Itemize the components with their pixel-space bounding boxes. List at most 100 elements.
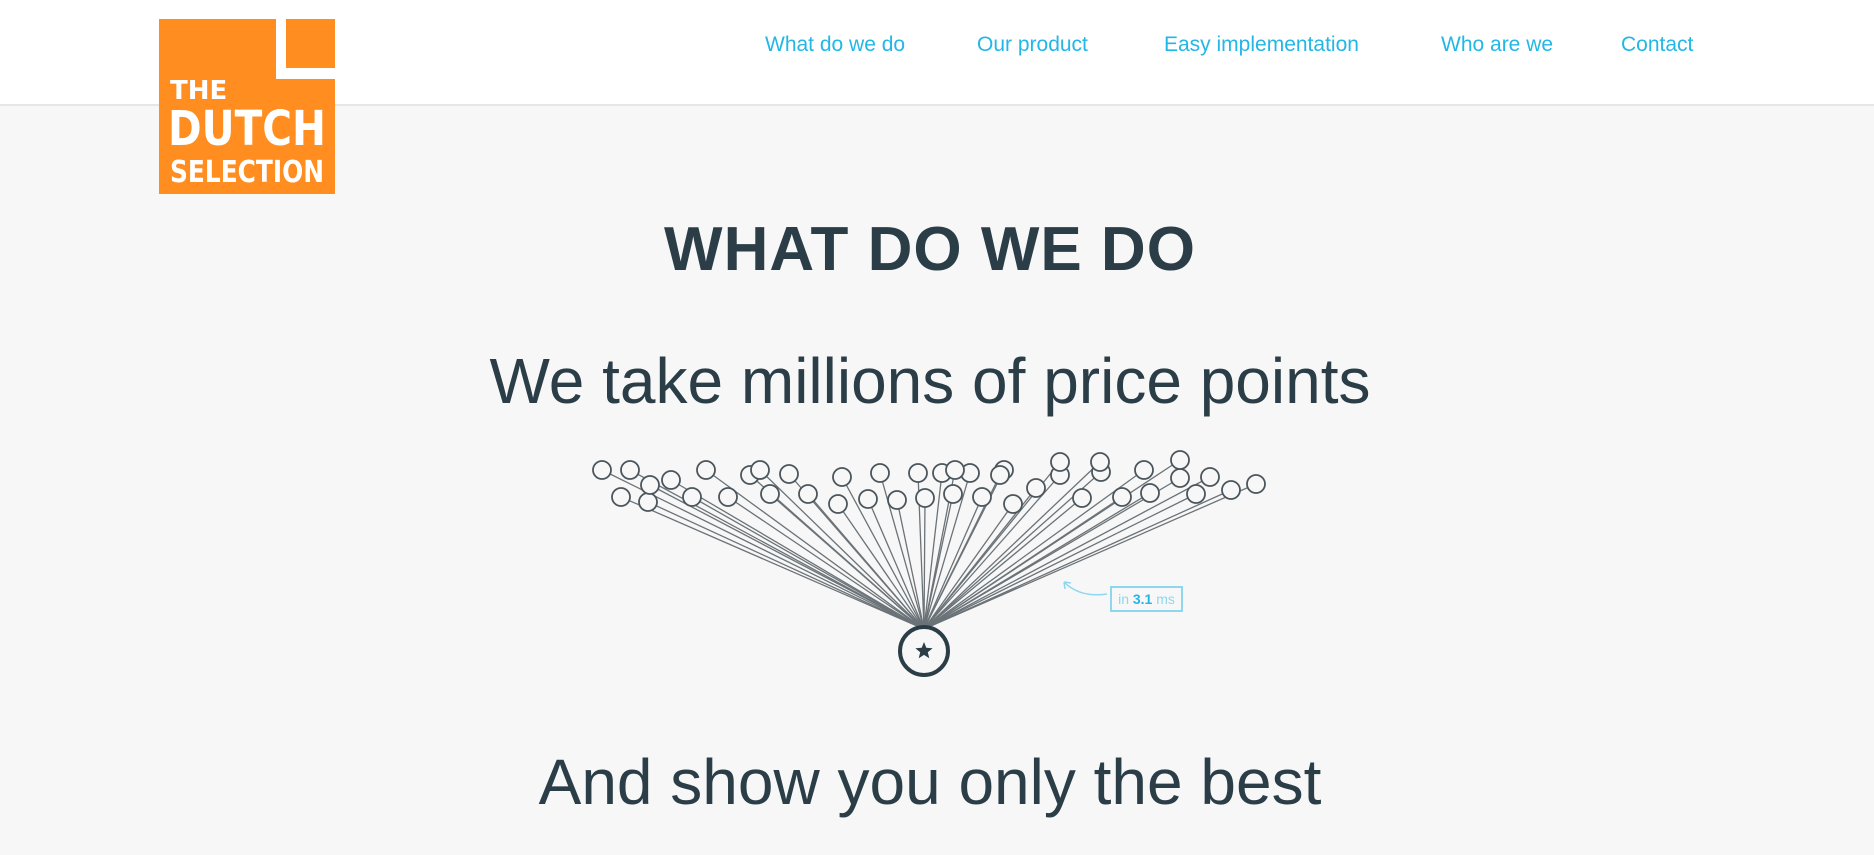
star-icon bbox=[915, 642, 933, 659]
graph-edge bbox=[705, 469, 925, 630]
nav-link-our-product[interactable]: Our product bbox=[977, 30, 1088, 60]
price-point-node bbox=[640, 475, 660, 495]
price-point-node bbox=[1170, 450, 1190, 470]
graph-edge bbox=[923, 461, 1061, 630]
timing-label: in 3.1 ms bbox=[1110, 586, 1183, 612]
headline-price-points: We take millions of price points bbox=[489, 345, 1371, 417]
price-point-node bbox=[1221, 480, 1241, 500]
price-point-node bbox=[620, 460, 640, 480]
graph-edge bbox=[923, 496, 1123, 630]
graph-edge bbox=[629, 469, 925, 630]
nav-link-who-are-we[interactable]: Who are we bbox=[1441, 30, 1553, 60]
timing-unit: ms bbox=[1156, 591, 1175, 607]
price-point-node bbox=[750, 460, 770, 480]
logo-text-selection: SELECTION bbox=[170, 155, 324, 190]
price-point-node bbox=[798, 484, 818, 504]
price-point-node bbox=[718, 487, 738, 507]
price-point-node bbox=[915, 488, 935, 508]
timing-pointer-arrow bbox=[1063, 581, 1108, 596]
graph-edge bbox=[691, 496, 925, 630]
price-point-node bbox=[760, 484, 780, 504]
graph-edge bbox=[601, 469, 925, 630]
price-point-node bbox=[1140, 483, 1160, 503]
price-point-node bbox=[943, 484, 963, 504]
graph-edge bbox=[923, 496, 983, 630]
price-point-node bbox=[1200, 467, 1220, 487]
graph-edge bbox=[769, 493, 925, 630]
price-point-node bbox=[682, 487, 702, 507]
headline-show-best: And show you only the best bbox=[538, 746, 1322, 818]
graph-edge bbox=[749, 474, 925, 630]
price-point-node bbox=[779, 464, 799, 484]
hub-node bbox=[898, 625, 950, 677]
price-point-node bbox=[994, 460, 1014, 480]
graph-edge bbox=[879, 472, 925, 630]
price-point-node bbox=[887, 490, 907, 510]
graph-edge bbox=[620, 496, 925, 630]
price-point-node bbox=[592, 460, 612, 480]
timing-value: 3.1 bbox=[1132, 591, 1153, 607]
section-title: WHAT DO WE DO bbox=[664, 215, 1196, 284]
price-point-node bbox=[1072, 488, 1092, 508]
price-point-node bbox=[1246, 474, 1266, 494]
graph-edge bbox=[647, 501, 925, 630]
price-point-node bbox=[696, 460, 716, 480]
graph-edge bbox=[923, 483, 1257, 630]
nav-link-easy-implementation[interactable]: Easy implementation bbox=[1164, 30, 1359, 60]
price-point-node bbox=[832, 467, 852, 487]
logo-mark: THE DUTCH SELECTION bbox=[159, 19, 335, 194]
graph-edge bbox=[923, 469, 956, 630]
price-point-node bbox=[960, 463, 980, 483]
price-point-node bbox=[932, 463, 952, 483]
price-point-node bbox=[972, 487, 992, 507]
price-point-node bbox=[990, 465, 1010, 485]
graph-edge bbox=[923, 461, 1101, 630]
price-point-node bbox=[1091, 462, 1111, 482]
price-point-node bbox=[661, 470, 681, 490]
price-point-node bbox=[1026, 478, 1046, 498]
price-point-node bbox=[945, 460, 965, 480]
price-point-node bbox=[870, 463, 890, 483]
graph-edge bbox=[670, 479, 925, 630]
price-point-node bbox=[1112, 487, 1132, 507]
timing-prefix: in bbox=[1118, 591, 1129, 607]
price-point-node bbox=[638, 492, 658, 512]
graph-edge bbox=[837, 503, 925, 630]
price-point-node bbox=[740, 465, 760, 485]
graph-edge bbox=[923, 474, 1061, 630]
graph-edge bbox=[841, 476, 925, 630]
arrowhead-icon bbox=[1063, 581, 1072, 590]
graph-edge bbox=[923, 471, 1102, 630]
graph-edge bbox=[923, 493, 954, 630]
price-point-node bbox=[858, 489, 878, 509]
price-point-node bbox=[1186, 484, 1206, 504]
price-point-node bbox=[1170, 468, 1190, 488]
graph-edge bbox=[923, 472, 971, 630]
graph-edge bbox=[923, 489, 1232, 630]
graph-edge bbox=[923, 474, 1001, 630]
logo-text-dutch: DUTCH bbox=[168, 101, 326, 157]
price-point-node bbox=[1003, 494, 1023, 514]
price-point-node bbox=[1134, 460, 1154, 480]
graph-edge bbox=[759, 469, 925, 630]
graph-edge bbox=[923, 472, 943, 630]
graph-edge bbox=[923, 487, 1037, 630]
graph-edge bbox=[917, 472, 925, 630]
price-point-node bbox=[1090, 452, 1110, 472]
graph-edge bbox=[727, 496, 925, 630]
graph-edge bbox=[896, 499, 925, 630]
price-point-node bbox=[828, 494, 848, 514]
price-point-node bbox=[1050, 465, 1070, 485]
graph-edge bbox=[807, 493, 925, 630]
graph-edge bbox=[867, 498, 925, 630]
graph-edge bbox=[923, 469, 1005, 630]
graph-edge bbox=[923, 497, 926, 630]
graph-edge bbox=[649, 484, 925, 630]
graph-edge bbox=[923, 503, 1014, 630]
graph-edge bbox=[923, 497, 1083, 630]
price-point-node bbox=[611, 487, 631, 507]
brand-logo[interactable]: THE DUTCH SELECTION bbox=[159, 19, 335, 194]
nav-link-what-do-we-do[interactable]: What do we do bbox=[765, 30, 905, 60]
price-point-node bbox=[1050, 452, 1070, 472]
nav-link-contact[interactable]: Contact bbox=[1621, 30, 1693, 60]
